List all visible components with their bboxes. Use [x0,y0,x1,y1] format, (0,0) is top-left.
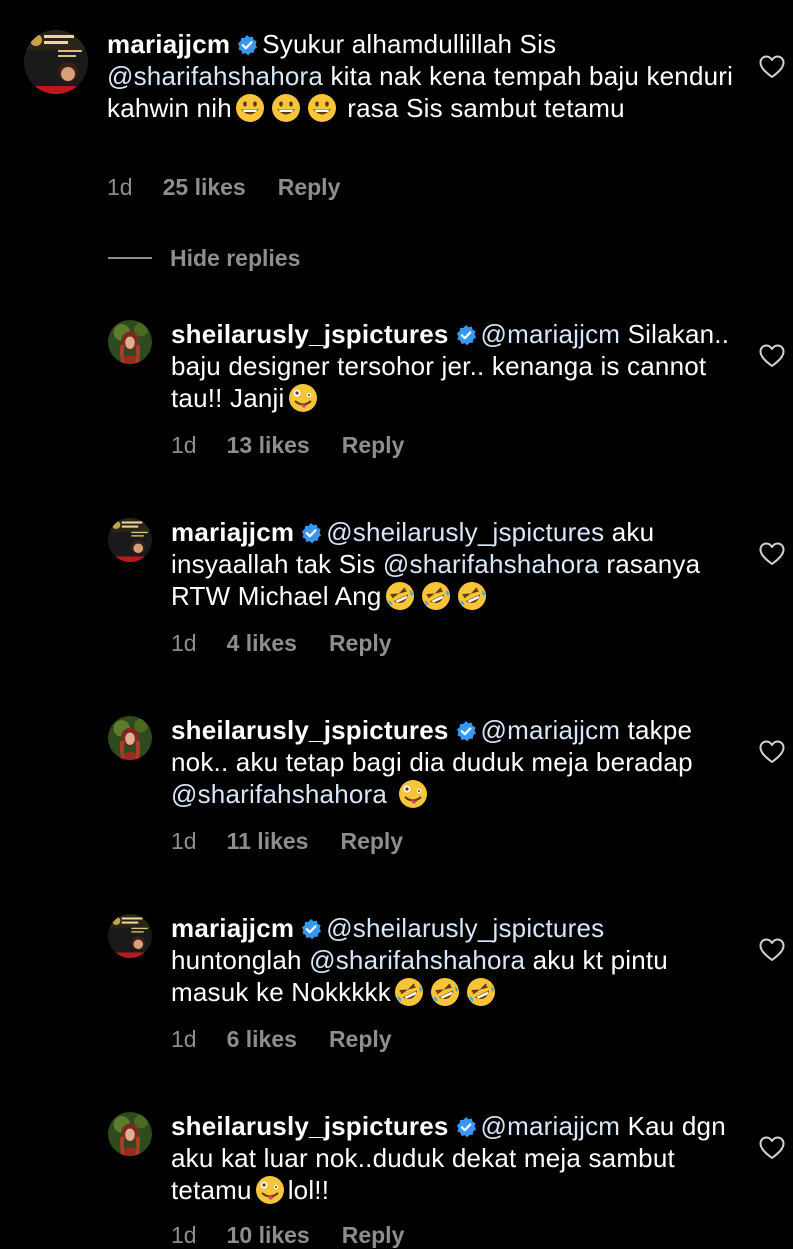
verified-badge-icon [455,1113,477,1138]
comment-body: sheilarusly_jspictures @mariajjcm Silakan… [171,318,731,414]
likes-count[interactable]: 6 likes [227,1026,297,1053]
avatar[interactable] [108,914,152,958]
verified-badge-icon [300,915,322,940]
comment-body: mariajjcm @sheilarusly_jspictures aku ins… [171,516,731,612]
comment-meta: 1d 4 likes Reply [171,630,392,657]
comment-text: Syukur alhamdullillah Sis [262,29,564,59]
comment-timestamp: 1d [171,828,197,854]
grinning-face-emoji [307,93,337,123]
comment-timestamp: 1d [171,1026,197,1052]
verified-badge-icon [455,321,477,346]
likes-count[interactable]: 10 likes [227,1222,310,1249]
likes-count[interactable]: 25 likes [163,174,246,201]
comment-body: sheilarusly_jspictures @mariajjcm takpe n… [171,714,731,810]
comment-timestamp: 1d [107,174,133,200]
reply-button[interactable]: Reply [340,828,403,855]
username-link[interactable]: mariajjcm [171,517,294,547]
mention-link[interactable]: @mariajjcm [481,715,621,745]
avatar[interactable] [24,30,88,94]
comment-text: rasa Sis sambut tetamu [339,93,625,123]
avatar[interactable] [108,716,152,760]
rolling-on-floor-laughing-emoji [457,581,487,611]
zany-face-emoji [255,1175,285,1205]
like-heart-icon[interactable] [759,55,785,79]
username-link[interactable]: sheilarusly_jspictures [171,1111,449,1141]
reply-button[interactable]: Reply [329,630,392,657]
comment-text: lol!! [287,1175,330,1205]
rolling-on-floor-laughing-emoji [385,581,415,611]
avatar[interactable] [108,320,152,364]
username-link[interactable]: mariajjcm [171,913,294,943]
reply-button[interactable]: Reply [278,174,341,201]
rolling-on-floor-laughing-emoji [394,977,424,1007]
likes-count[interactable]: 11 likes [227,828,309,855]
comment-meta: 1d 25 likes Reply [107,174,340,201]
username-link[interactable]: sheilarusly_jspictures [171,319,449,349]
mention-link[interactable]: @sharifahshahora [383,549,599,579]
rolling-on-floor-laughing-emoji [430,977,460,1007]
hide-replies-label: Hide replies [170,245,301,271]
zany-face-emoji [288,383,318,413]
rolling-on-floor-laughing-emoji [466,977,496,1007]
username-link[interactable]: mariajjcm [107,29,230,59]
comment-text [387,779,394,809]
username-link[interactable]: sheilarusly_jspictures [171,715,449,745]
like-heart-icon[interactable] [759,344,785,368]
like-heart-icon[interactable] [759,938,785,962]
mention-link[interactable]: @mariajjcm [481,1111,621,1141]
comment-meta: 1d 6 likes Reply [171,1026,392,1053]
comment-timestamp: 1d [171,432,197,458]
grinning-face-emoji [271,93,301,123]
mention-link[interactable]: @sharifahshahora [309,945,525,975]
avatar[interactable] [108,1112,152,1156]
zany-face-emoji [398,779,428,809]
like-heart-icon[interactable] [759,542,785,566]
mention-link[interactable]: @sheilarusly_jspictures [326,913,604,943]
rolling-on-floor-laughing-emoji [421,581,451,611]
verified-badge-icon [455,717,477,742]
reply-button[interactable]: Reply [329,1026,392,1053]
avatar[interactable] [108,518,152,562]
comment-meta: 1d 13 likes Reply [171,432,404,459]
verified-badge-icon [236,31,258,56]
grinning-face-emoji [235,93,265,123]
mention-link[interactable]: @sheilarusly_jspictures [326,517,604,547]
like-heart-icon[interactable] [759,1136,785,1160]
mention-link[interactable]: @sharifahshahora [107,61,323,91]
comment-timestamp: 1d [171,630,197,656]
mention-link[interactable]: @sharifahshahora [171,779,387,809]
reply-button[interactable]: Reply [342,432,405,459]
hide-replies-button[interactable]: Hide replies [108,245,300,275]
verified-badge-icon [300,519,322,544]
likes-count[interactable]: 4 likes [227,630,297,657]
comment-meta: 1d 10 likes Reply [171,1222,404,1249]
mention-link[interactable]: @mariajjcm [481,319,621,349]
reply-button[interactable]: Reply [342,1222,405,1249]
divider-line [108,257,152,259]
comment-meta: 1d 11 likes Reply [171,828,403,855]
comment-body: sheilarusly_jspictures @mariajjcm Kau dgn… [171,1110,731,1206]
comment-body: mariajjcm Syukur alhamdullillah Sis @shar… [107,28,747,124]
like-heart-icon[interactable] [759,740,785,764]
likes-count[interactable]: 13 likes [227,432,310,459]
comment-timestamp: 1d [171,1222,197,1248]
comment-body: mariajjcm @sheilarusly_jspictures huntong… [171,912,731,1008]
